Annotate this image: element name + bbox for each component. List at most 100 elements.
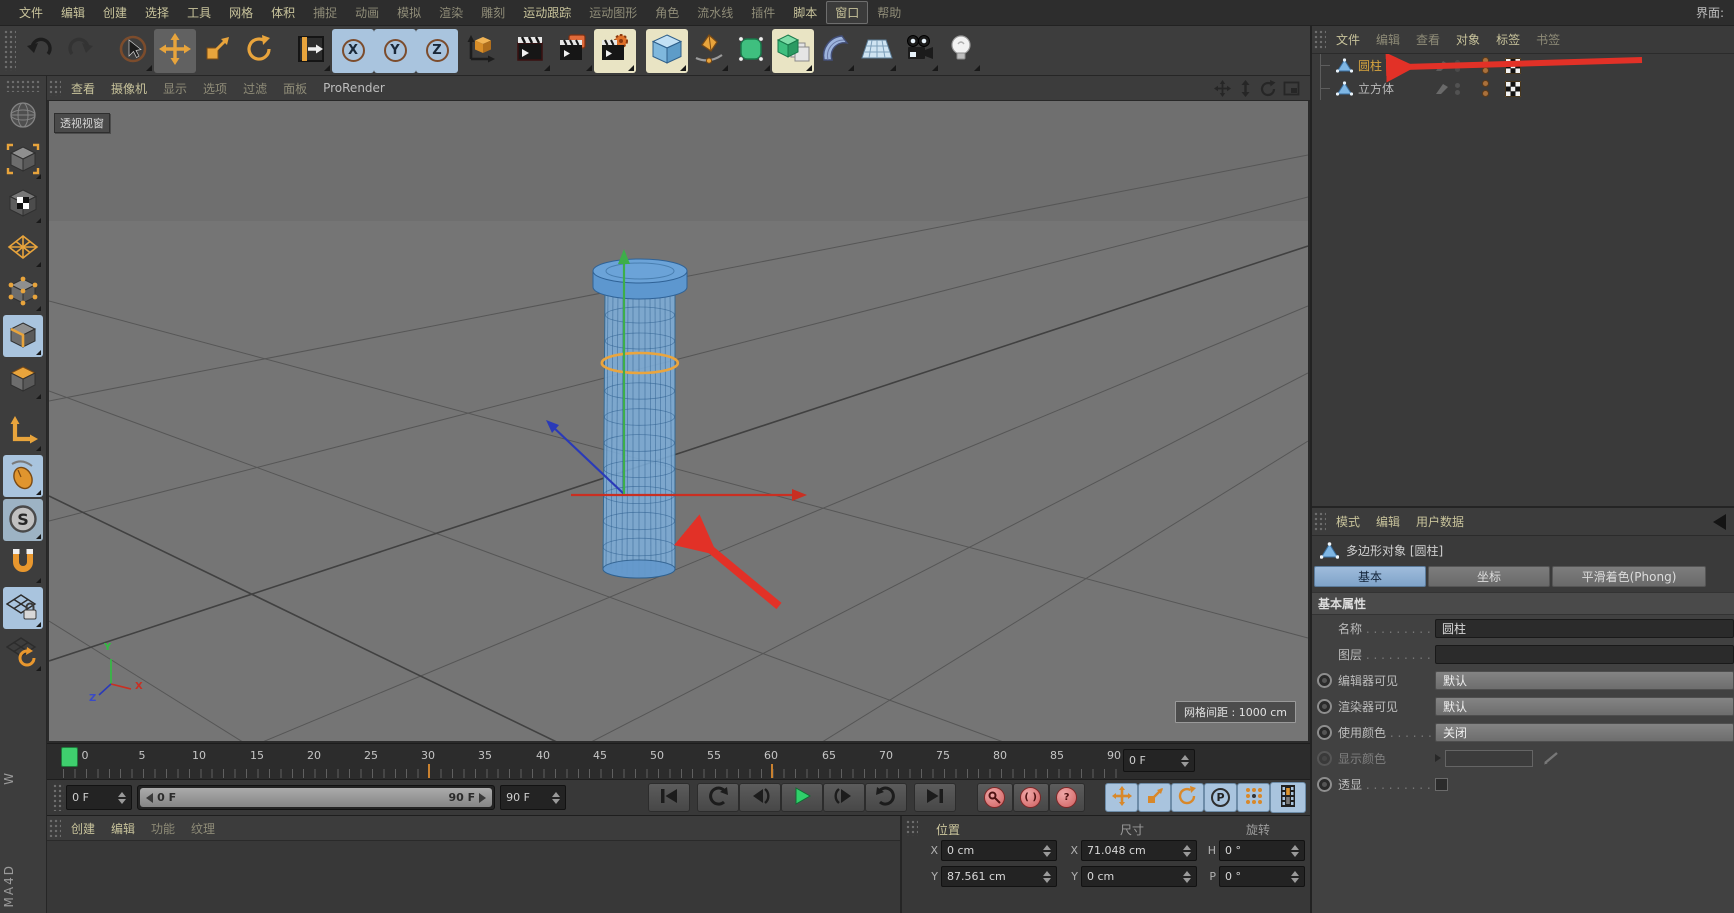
coordinate-grip[interactable] (906, 820, 918, 836)
render-visibility-dot[interactable] (1482, 67, 1489, 74)
renderer-visible-radio-icon[interactable] (1317, 698, 1332, 714)
stepper-arrows-icon[interactable] (1291, 844, 1299, 857)
add-light-button[interactable] (940, 29, 982, 73)
viewport-canvas[interactable]: 透视视窗 网格间距 : 1000 cm Y X Z (47, 101, 1310, 743)
live-selection-button[interactable] (112, 29, 154, 73)
menu-mesh[interactable]: 网格 (220, 1, 262, 24)
tab-coordinates[interactable]: 坐标 (1428, 566, 1550, 587)
menu-snap[interactable]: 捕捉 (304, 1, 346, 24)
coordinate-system-button[interactable] (458, 29, 500, 73)
key-position-button[interactable] (1105, 783, 1138, 812)
om-menu-objects[interactable]: 对象 (1448, 29, 1488, 50)
menu-file[interactable]: 文件 (10, 1, 52, 24)
rot-p-input[interactable]: 0 ° (1219, 866, 1305, 887)
attribute-manager-grip[interactable] (1314, 512, 1326, 531)
snap-s-button[interactable]: S (3, 499, 43, 541)
autokey-button[interactable]: ( ) (1012, 783, 1049, 812)
frame-range-slider[interactable]: 0 F 90 F (137, 785, 496, 810)
xray-checkbox[interactable] (1435, 777, 1448, 791)
stepper-arrows-icon[interactable] (1183, 844, 1191, 857)
record-keyframe-button[interactable] (976, 783, 1013, 812)
menu-animate[interactable]: 动画 (346, 1, 388, 24)
object-state-icons[interactable] (1434, 82, 1460, 96)
om-menu-bookmarks[interactable]: 书签 (1528, 29, 1568, 50)
object-row-cube[interactable]: 立方体 (1312, 77, 1734, 100)
rotate-tool-button[interactable] (238, 29, 280, 73)
xray-radio-icon[interactable] (1317, 776, 1332, 792)
render-settings-button[interactable] (594, 28, 636, 73)
view-label[interactable]: 透视视窗 (54, 113, 110, 133)
redo-button[interactable] (60, 29, 102, 73)
vp-menu-filter[interactable]: 过滤 (235, 78, 275, 99)
object-manager-grip[interactable] (1314, 30, 1326, 49)
viewport-pan-icon[interactable] (1214, 79, 1231, 97)
add-cube-button[interactable] (646, 28, 688, 73)
left-toolbar-grip[interactable] (6, 80, 40, 92)
phong-tag-icon[interactable] (1505, 57, 1521, 74)
stepper-arrows-icon[interactable] (1043, 870, 1051, 883)
mat-menu-create[interactable]: 创建 (63, 818, 103, 839)
viewport-menu-grip[interactable] (49, 80, 61, 96)
key-pla-button[interactable] (1237, 783, 1270, 812)
object-row-cylinder[interactable]: 圆柱 (1312, 54, 1734, 77)
renderer-visible-dropdown[interactable]: 默认 (1435, 696, 1734, 716)
editor-visible-dropdown[interactable]: 默认 (1435, 670, 1734, 690)
workplane-transform-button[interactable] (3, 631, 43, 673)
tab-basic[interactable]: 基本 (1314, 566, 1426, 587)
rot-h-input[interactable]: 0 ° (1219, 840, 1305, 861)
mat-menu-edit[interactable]: 编辑 (103, 818, 143, 839)
pos-y-input[interactable]: 87.561 cm (941, 866, 1057, 887)
basic-properties-section[interactable]: 基本属性 (1312, 592, 1734, 615)
points-mode-button[interactable] (3, 271, 43, 313)
menu-edit[interactable]: 编辑 (52, 1, 94, 24)
size-x-input[interactable]: 71.048 cm (1081, 840, 1197, 861)
menu-select[interactable]: 选择 (136, 1, 178, 24)
menu-render[interactable]: 渲染 (430, 1, 472, 24)
display-color-swatch[interactable] (1445, 749, 1533, 767)
menu-script[interactable]: 脚本 (784, 1, 826, 24)
am-menu-user-data[interactable]: 用户数据 (1408, 511, 1472, 532)
menu-pipeline[interactable]: 流水线 (688, 1, 742, 24)
axis-x-button[interactable]: X (332, 28, 374, 73)
color-picker-pencil-icon[interactable] (1543, 751, 1561, 765)
animation-palette-button[interactable] (1270, 782, 1306, 813)
editor-visible-radio-icon[interactable] (1317, 672, 1332, 688)
add-deformer-button[interactable] (814, 29, 856, 73)
menu-character[interactable]: 角色 (646, 1, 688, 24)
mat-menu-function[interactable]: 功能 (143, 818, 183, 839)
menu-help[interactable]: 帮助 (868, 1, 910, 24)
texture-mode-button[interactable] (3, 183, 43, 225)
expand-triangle-icon[interactable] (1435, 754, 1441, 762)
add-spline-button[interactable] (688, 29, 730, 73)
menu-create[interactable]: 创建 (94, 1, 136, 24)
toolbar-grip[interactable] (4, 30, 16, 71)
edges-mode-button[interactable] (3, 315, 43, 357)
menu-mograph[interactable]: 运动图形 (580, 1, 646, 24)
viewport-zoom-icon[interactable] (1237, 79, 1254, 97)
globe-button[interactable] (3, 95, 43, 137)
key-parameter-button[interactable]: P (1204, 783, 1237, 812)
am-menu-edit[interactable]: 编辑 (1368, 511, 1408, 532)
object-list[interactable]: 圆柱 立方体 (1312, 54, 1734, 506)
go-to-start-button[interactable] (647, 783, 690, 812)
vp-menu-display[interactable]: 显示 (155, 78, 195, 99)
lock-workplane-button[interactable] (3, 587, 43, 629)
previous-frame-button[interactable] (738, 783, 781, 812)
next-key-button[interactable] (864, 783, 907, 812)
pos-x-input[interactable]: 0 cm (941, 840, 1057, 861)
vp-menu-cameras[interactable]: 摄像机 (103, 78, 155, 99)
menu-plugins[interactable]: 插件 (742, 1, 784, 24)
stepper-arrows-icon[interactable] (1291, 870, 1299, 883)
viewport-solo-mouse-button[interactable] (3, 455, 43, 497)
render-picture-viewer-button[interactable] (552, 29, 594, 73)
panel-fold-arrow-icon[interactable] (1713, 513, 1726, 530)
enable-snap-button[interactable] (3, 543, 43, 585)
add-environment-button[interactable] (856, 29, 898, 73)
previous-key-button[interactable] (696, 783, 739, 812)
transport-grip[interactable] (53, 784, 65, 811)
menu-sculpt[interactable]: 雕刻 (472, 1, 514, 24)
stepper-arrows-icon[interactable] (1183, 870, 1191, 883)
viewport-rotate-icon[interactable] (1260, 79, 1277, 97)
tab-phong[interactable]: 平滑着色(Phong) (1552, 566, 1706, 587)
visibility-dots[interactable] (1482, 80, 1489, 97)
